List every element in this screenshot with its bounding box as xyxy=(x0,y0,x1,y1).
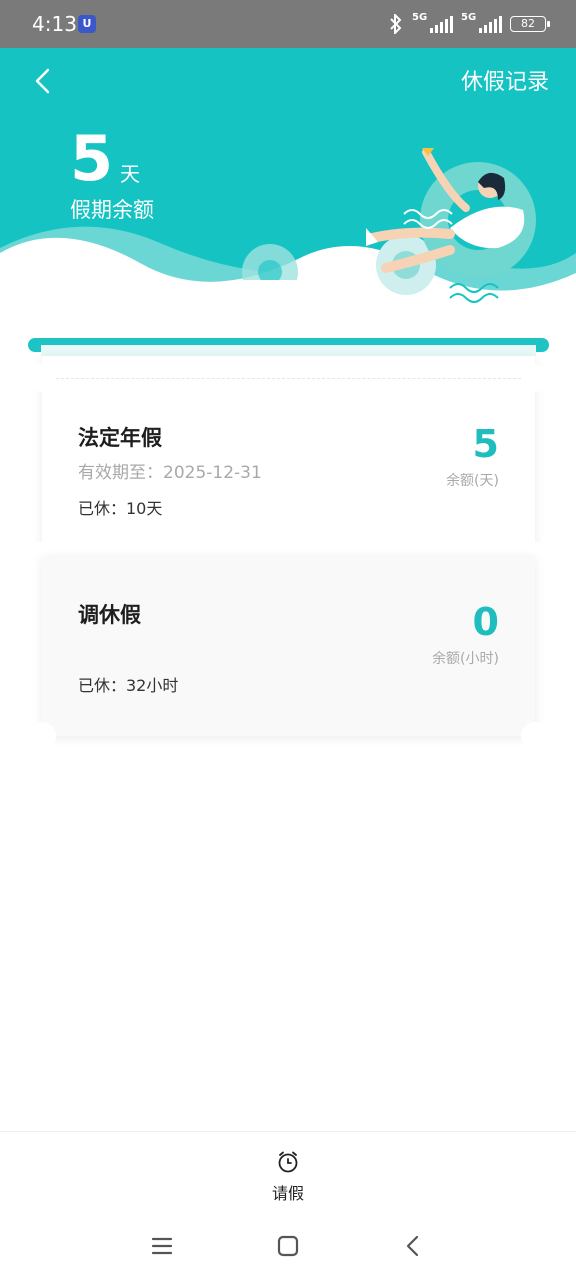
swimmer-illustration xyxy=(366,148,536,303)
back-button[interactable] xyxy=(26,64,60,98)
perforation-line xyxy=(56,378,521,379)
chevron-left-icon xyxy=(35,68,50,94)
status-time: 4:13 xyxy=(32,12,77,36)
ticket-notch xyxy=(28,364,56,392)
bluetooth-icon xyxy=(390,14,402,34)
leave-used: 已休：10天 xyxy=(78,499,163,518)
leave-balance-label: 余额(天) xyxy=(446,473,499,489)
balance-value: 5 xyxy=(70,122,114,195)
tab-label: 请假 xyxy=(271,1184,304,1203)
bottom-tab-bar: 请假 xyxy=(0,1131,576,1211)
ticket-notch xyxy=(521,722,549,750)
leave-card-compensatory[interactable]: 调休假 已休：32小时 0 余额(小时) xyxy=(28,556,549,750)
leave-valid-until: 有效期至：2025-12-31 xyxy=(78,463,262,483)
app-notification-icon: U xyxy=(78,15,96,33)
status-bar: 4:13 U 5G 5G 82 xyxy=(0,0,576,48)
signal-strength-1-icon: 5G xyxy=(412,12,453,33)
home-icon[interactable] xyxy=(275,1233,301,1259)
leave-balance-value: 5 xyxy=(472,422,499,466)
status-indicators: 5G 5G 82 xyxy=(388,12,550,34)
balance-unit: 天 xyxy=(120,162,140,186)
signal-strength-2-icon: 5G xyxy=(461,12,502,33)
back-icon[interactable] xyxy=(400,1233,426,1259)
leave-balance-label: 余额(小时) xyxy=(432,651,499,667)
leave-used: 已休：32小时 xyxy=(78,676,179,695)
ticket-notch xyxy=(28,722,56,750)
ring-decoration xyxy=(242,244,298,280)
ticket-notch xyxy=(521,364,549,392)
leave-balance-value: 0 xyxy=(472,600,499,644)
balance-label: 假期余额 xyxy=(70,198,154,222)
battery-indicator: 82 xyxy=(510,16,550,32)
menu-icon[interactable] xyxy=(149,1233,175,1259)
leave-type-name: 法定年假 xyxy=(78,426,162,450)
leave-type-name: 调休假 xyxy=(78,603,141,627)
tab-request-leave[interactable]: 请假 xyxy=(260,1150,316,1204)
leave-records-link[interactable]: 休假记录 xyxy=(461,64,549,96)
alarm-clock-icon xyxy=(278,1151,298,1173)
system-navigation-bar xyxy=(0,1211,576,1280)
leave-card-annual[interactable]: 法定年假 有效期至：2025-12-31 已休：10天 5 余额(天) xyxy=(28,356,549,570)
